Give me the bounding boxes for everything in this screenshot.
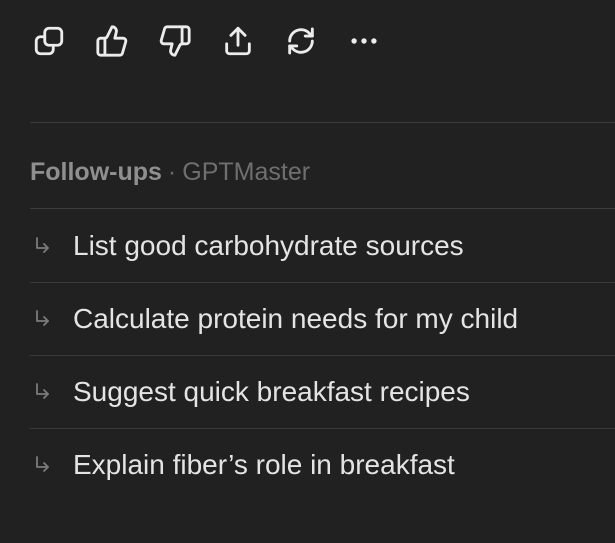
regenerate-button[interactable]	[282, 22, 320, 60]
more-icon	[351, 38, 377, 44]
share-button[interactable]	[219, 22, 257, 60]
followup-list: List good carbohydrate sources Calculate…	[30, 209, 615, 501]
subdirectory-arrow-icon	[34, 236, 54, 256]
followup-label: List good carbohydrate sources	[73, 229, 464, 261]
copy-button[interactable]	[30, 22, 68, 60]
subdirectory-arrow-icon	[34, 455, 54, 475]
followup-item[interactable]: Calculate protein needs for my child	[30, 282, 615, 355]
subdirectory-arrow-icon	[34, 382, 54, 402]
thumbs-up-icon	[96, 25, 128, 57]
thumbs-up-button[interactable]	[93, 22, 131, 60]
followup-label: Suggest quick breakfast recipes	[73, 376, 470, 407]
followups-separator: ·	[167, 158, 177, 186]
followup-item[interactable]: List good carbohydrate sources	[30, 209, 615, 282]
thumbs-down-icon	[159, 25, 191, 57]
followups-title: Follow-ups	[30, 158, 162, 186]
followup-item[interactable]: Explain fiber’s role in breakfast	[30, 428, 615, 501]
copy-icon	[34, 26, 64, 56]
section-divider	[30, 122, 615, 123]
thumbs-down-button[interactable]	[156, 22, 194, 60]
followups-header: Follow-ups · GPTMaster	[30, 157, 310, 187]
followup-label: Explain fiber’s role in breakfast	[73, 449, 455, 480]
subdirectory-arrow-icon	[34, 309, 54, 329]
followups-source: GPTMaster	[182, 158, 311, 186]
more-options-button[interactable]	[345, 22, 383, 60]
response-action-toolbar	[30, 22, 383, 60]
refresh-icon	[288, 27, 314, 55]
followup-item[interactable]: Suggest quick breakfast recipes	[30, 355, 615, 428]
followup-label: Calculate protein needs for my child	[73, 303, 519, 334]
share-icon	[225, 26, 251, 56]
